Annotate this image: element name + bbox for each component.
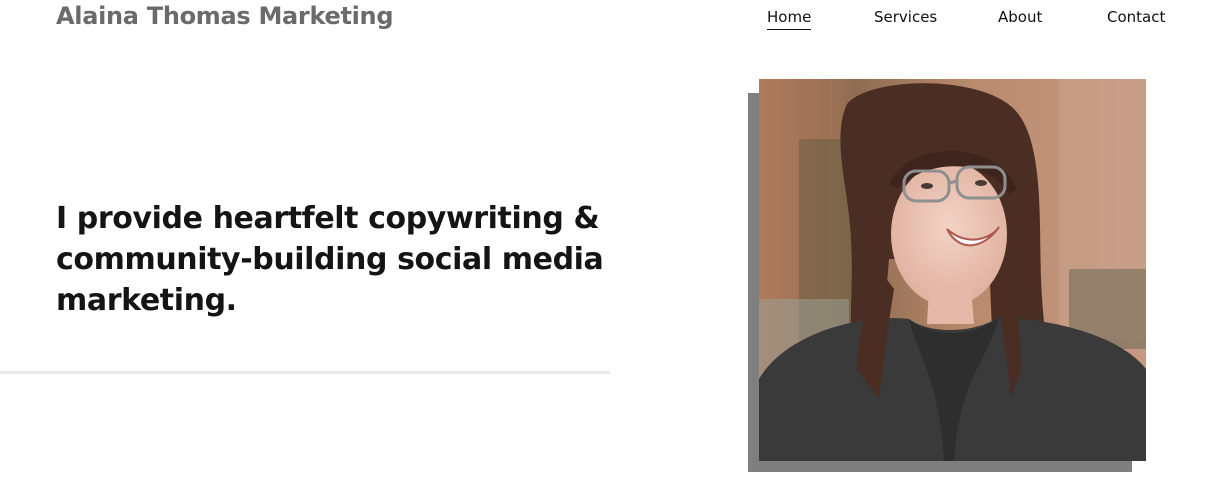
nav-link-contact[interactable]: Contact [1107,6,1165,28]
hero-headline: I provide heartfelt copywriting & commun… [56,201,604,318]
section-divider [0,371,610,374]
nav-link-about[interactable]: About [998,6,1042,28]
nav-link-services[interactable]: Services [874,6,937,28]
page: Alaina Thomas Marketing Home Services Ab… [0,0,1222,487]
portrait-photo [759,79,1146,461]
nav-link-home[interactable]: Home [767,6,812,30]
main-nav: Home Services About Contact [0,6,1222,36]
